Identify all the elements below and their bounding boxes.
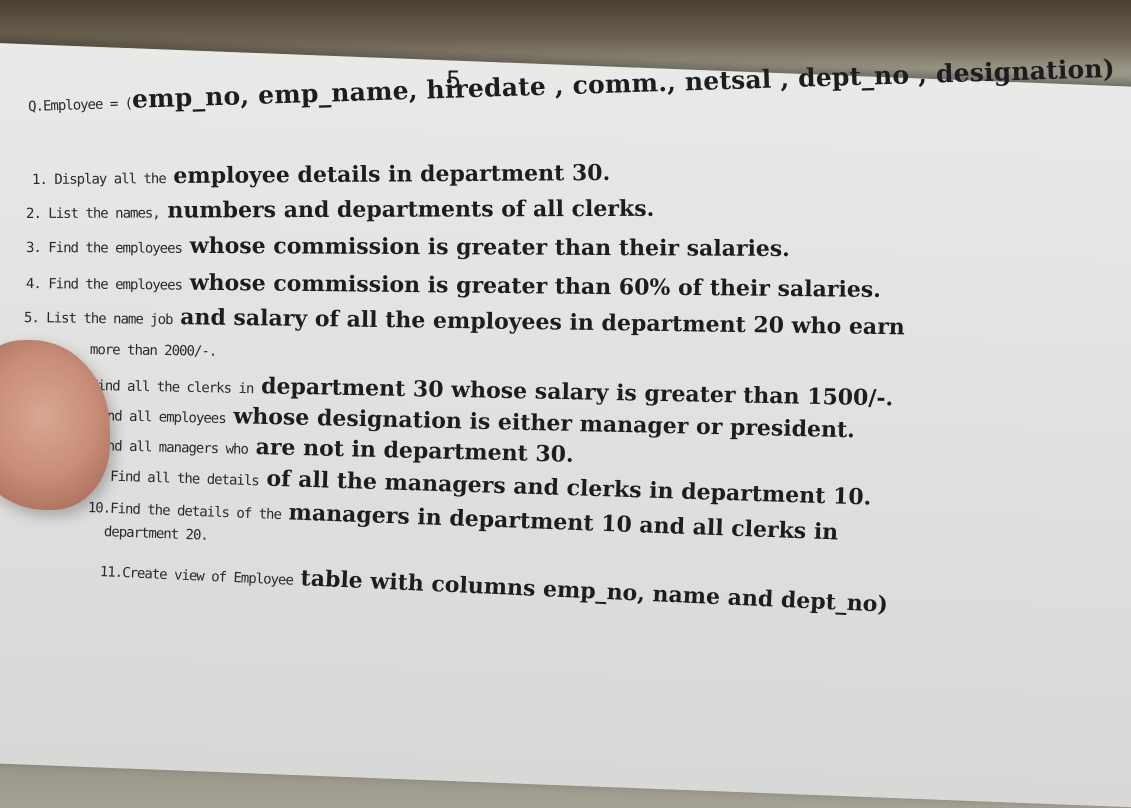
question-prefix: department 20. bbox=[104, 524, 209, 544]
schema-line: Q.Employee = (emp_no, emp_name, hiredate… bbox=[28, 54, 1116, 117]
question-1: 1. Display all the employee details in d… bbox=[32, 160, 610, 190]
question-text: whose commission is greater than their s… bbox=[190, 233, 790, 262]
question-11: 11.Create view of Employee table with co… bbox=[99, 556, 888, 618]
question-prefix: 1. Display all the bbox=[32, 171, 166, 188]
question-text: and salary of all the employees in depar… bbox=[180, 304, 905, 340]
question-4: 4. Find the employees whose commission i… bbox=[26, 268, 881, 303]
schema-prefix: Q.Employee = ( bbox=[28, 96, 132, 115]
question-prefix: more than 2000/-. bbox=[90, 342, 217, 360]
question-prefix: 4. Find the employees bbox=[26, 276, 182, 294]
question-5-continued: more than 2000/-. bbox=[90, 334, 217, 362]
question-prefix: 2. List the names, bbox=[26, 206, 160, 222]
question-prefix: 5. List the name job bbox=[24, 310, 173, 328]
question-text: table with columns emp_no, name and dept… bbox=[300, 565, 888, 618]
question-prefix: 11.Create view of Employee bbox=[100, 564, 294, 589]
question-3: 3. Find the employees whose commission i… bbox=[26, 232, 790, 262]
question-text: whose commission is greater than 60% of … bbox=[190, 270, 881, 303]
question-text: numbers and departments of all clerks. bbox=[167, 196, 654, 224]
question-prefix: 9. Find all the details bbox=[88, 468, 259, 489]
question-prefix: Find all managers who bbox=[92, 438, 248, 458]
schema-text: emp_no, emp_name, hiredate , comm., nets… bbox=[132, 54, 1116, 114]
question-2: 2. List the names, numbers and departmen… bbox=[26, 196, 654, 224]
question-prefix: Find all the clerks in bbox=[90, 378, 254, 397]
question-text: employee details in department 30. bbox=[173, 160, 610, 189]
question-text: are not in department 30. bbox=[255, 434, 574, 468]
document-text: 5 Q.Employee = (emp_no, emp_name, hireda… bbox=[0, 0, 1131, 698]
question-10-continued: department 20. bbox=[104, 516, 209, 546]
question-prefix: 3. Find the employees bbox=[26, 240, 182, 257]
question-prefix: Find all employees bbox=[92, 408, 226, 427]
